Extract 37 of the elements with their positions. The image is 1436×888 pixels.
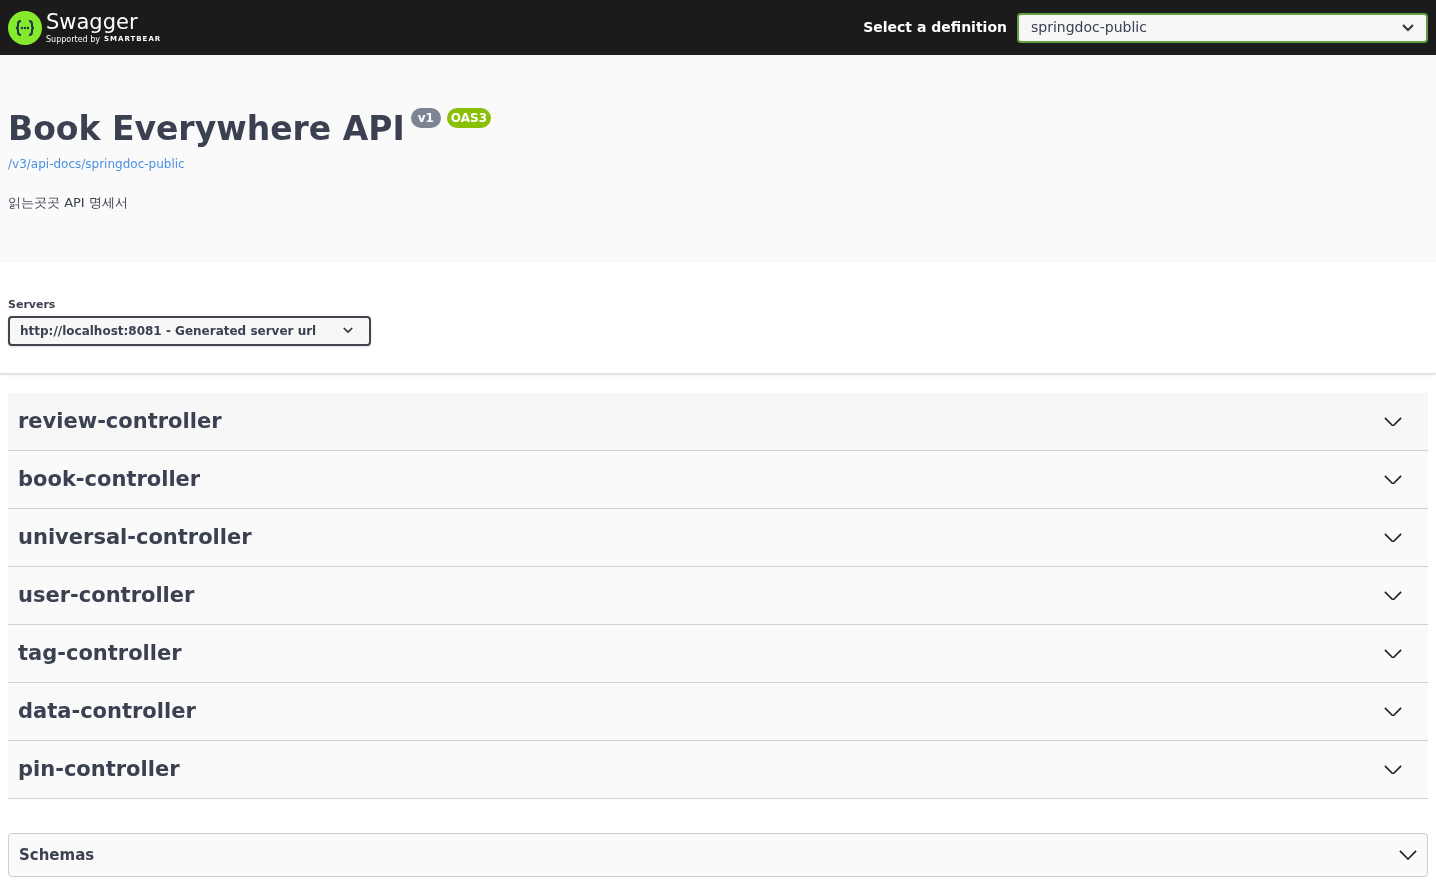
chevron-icon [1384, 764, 1402, 775]
controller-name: universal-controller [18, 523, 252, 551]
controller-section[interactable]: tag-controller [8, 625, 1428, 683]
logo-text: Swagger [46, 11, 139, 33]
chevron-icon [1402, 23, 1414, 32]
controller-name: data-controller [18, 697, 196, 725]
controller-section[interactable]: data-controller [8, 683, 1428, 741]
chevron-icon [1384, 474, 1402, 485]
api-description: 읽는곳곳 API 명세서 [8, 194, 129, 212]
logo-subtext: Supported by [46, 35, 100, 44]
controller-section[interactable]: universal-controller [8, 509, 1428, 567]
chevron-icon [1384, 648, 1402, 659]
chevron-icon [1384, 532, 1402, 543]
schemas-section[interactable]: Schemas [8, 833, 1428, 877]
controller-name: tag-controller [18, 639, 182, 667]
chevron-icon [1384, 706, 1402, 717]
chevron-icon [1399, 850, 1417, 860]
definition-label: Select a definition [863, 18, 1007, 37]
controller-name: book-controller [18, 465, 201, 493]
chevron-icon [343, 327, 353, 334]
definition-select[interactable]: springdoc-public [1017, 12, 1428, 43]
servers-label: Servers [8, 297, 57, 313]
chevron-icon [1384, 590, 1402, 601]
controller-name: user-controller [18, 581, 195, 609]
controller-section[interactable]: user-controller [8, 567, 1428, 625]
spec-badge: OAS3 [446, 108, 491, 128]
version-badge: v1 [410, 108, 441, 128]
server-select[interactable]: http://localhost:8081 - Generated server url [8, 315, 371, 346]
chevron-icon [1384, 416, 1402, 427]
controller-name: review-controller [18, 407, 222, 435]
controller-section[interactable]: review-controller [8, 393, 1428, 451]
controller-section[interactable]: book-controller [8, 451, 1428, 509]
api-title: Book Everywhere API [8, 108, 405, 150]
schemas-label: Schemas [19, 844, 95, 866]
controller-name: pin-controller [18, 755, 180, 783]
swagger-logo-icon [8, 10, 42, 45]
controller-section[interactable]: pin-controller [8, 741, 1428, 799]
